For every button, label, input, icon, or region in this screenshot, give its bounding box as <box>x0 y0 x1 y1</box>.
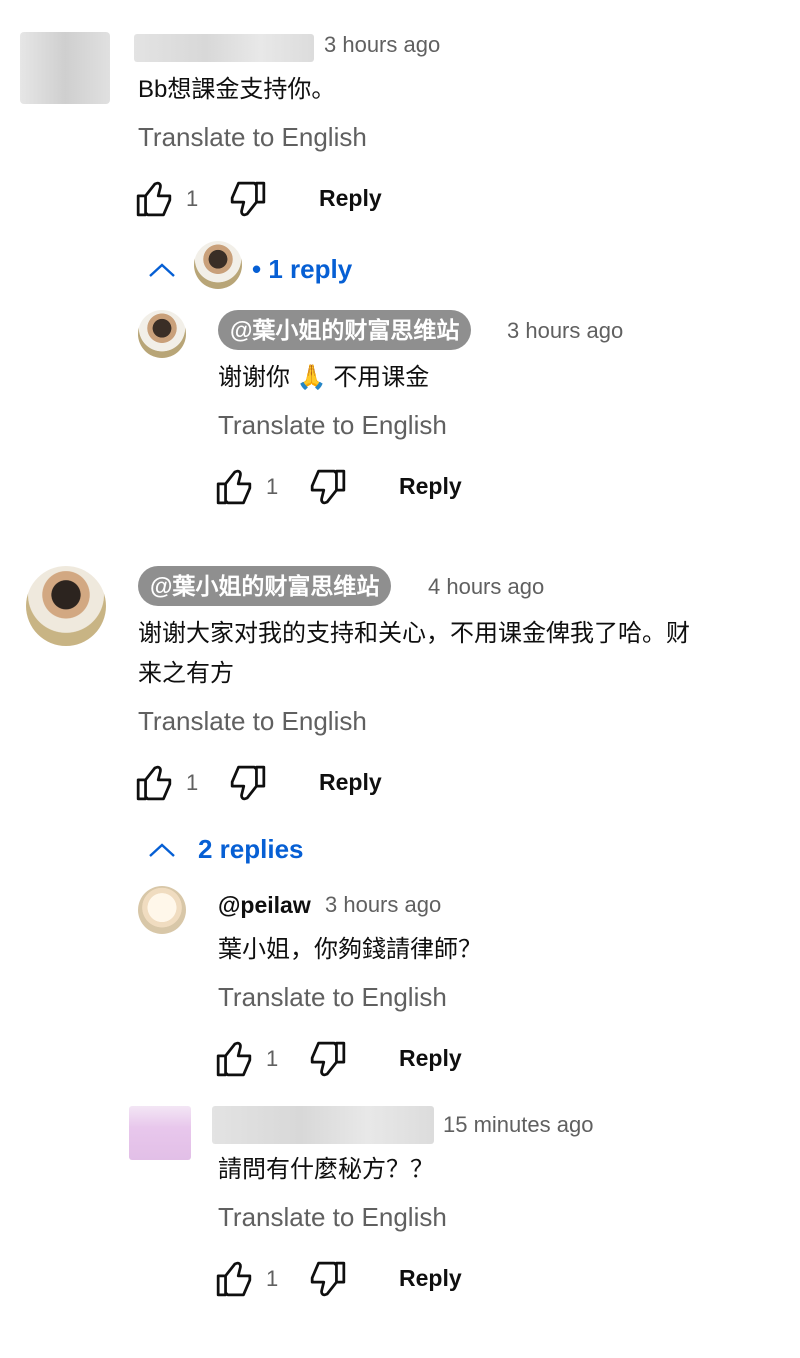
reply-button[interactable]: Reply <box>399 1265 462 1292</box>
avatar[interactable] <box>20 32 110 104</box>
reply-button[interactable]: Reply <box>399 1045 462 1072</box>
comment-text: Bb想課金支持你。 <box>138 76 336 103</box>
comment-timestamp[interactable]: 4 hours ago <box>428 574 544 600</box>
comment-text-part: 谢谢你 <box>218 364 290 391</box>
thumb-down-icon[interactable] <box>229 180 267 218</box>
thumb-down-icon[interactable] <box>309 468 347 506</box>
dot-separator: • <box>252 254 269 284</box>
author-name-redacted[interactable] <box>134 34 314 62</box>
reply-author-avatar <box>194 241 242 289</box>
thumb-up-icon[interactable] <box>135 764 173 802</box>
reply-button[interactable]: Reply <box>399 473 462 500</box>
thumb-up-icon[interactable] <box>215 1260 253 1298</box>
translate-button[interactable]: Translate to English <box>218 410 447 441</box>
comment-timestamp[interactable]: 3 hours ago <box>324 32 440 58</box>
author-name[interactable]: @葉小姐的财富思维站 <box>218 310 472 350</box>
comment-timestamp[interactable]: 15 minutes ago <box>443 1112 593 1138</box>
translate-button[interactable]: Translate to English <box>138 706 367 737</box>
comment-text-part: 不用课金 <box>333 364 430 391</box>
replies-toggle[interactable]: 2 replies <box>198 834 304 865</box>
thumb-down-icon[interactable] <box>309 1040 347 1078</box>
comment-timestamp[interactable]: 3 hours ago <box>507 318 623 344</box>
comment-text: 請問有什麼秘方？？ <box>218 1156 434 1183</box>
like-count: 1 <box>266 474 279 499</box>
like-count: 1 <box>186 770 199 795</box>
author-name-redacted[interactable] <box>212 1106 434 1144</box>
comment-text: 谢谢你 🙏 不用课金 <box>218 358 429 398</box>
thumb-down-icon[interactable] <box>229 764 267 802</box>
reply-button[interactable]: Reply <box>319 769 382 796</box>
comment-text-line-1: 谢谢大家对我的支持和关心，不用课金俾我了哈。财 <box>138 620 690 647</box>
translate-button[interactable]: Translate to English <box>218 982 447 1013</box>
praying-hands-emoji: 🙏 <box>296 364 327 391</box>
replies-count: 1 reply <box>268 254 353 284</box>
replies-toggle[interactable]: • 1 reply <box>252 254 352 285</box>
chevron-up-icon[interactable] <box>148 840 176 860</box>
like-count: 1 <box>186 186 199 211</box>
comment-timestamp[interactable]: 3 hours ago <box>325 892 441 918</box>
author-name[interactable]: @葉小姐的财富思维站 <box>138 566 392 606</box>
chevron-up-icon[interactable] <box>148 260 176 280</box>
translate-button[interactable]: Translate to English <box>138 122 367 153</box>
avatar[interactable] <box>26 566 106 646</box>
avatar[interactable] <box>138 886 186 934</box>
like-count: 1 <box>266 1046 279 1071</box>
thumb-up-icon[interactable] <box>135 180 173 218</box>
reply-button[interactable]: Reply <box>319 185 382 212</box>
thumb-up-icon[interactable] <box>215 468 253 506</box>
avatar[interactable] <box>129 1106 191 1160</box>
comment-text: 葉小姐，你夠錢請律師？ <box>218 936 482 963</box>
translate-button[interactable]: Translate to English <box>218 1202 447 1233</box>
thumb-up-icon[interactable] <box>215 1040 253 1078</box>
comment-text-line-2: 来之有方 <box>138 660 234 687</box>
like-count: 1 <box>266 1266 279 1291</box>
avatar[interactable] <box>138 310 186 358</box>
author-name[interactable]: @peilaw <box>218 892 311 919</box>
thumb-down-icon[interactable] <box>309 1260 347 1298</box>
